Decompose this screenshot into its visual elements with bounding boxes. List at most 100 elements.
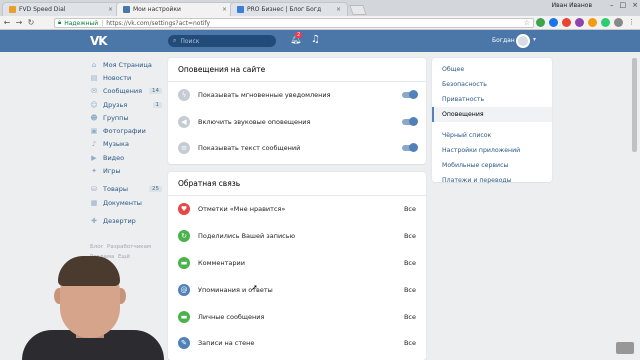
page-scrollbar[interactable] — [632, 58, 637, 152]
vk-logo-icon[interactable]: VK — [90, 34, 108, 48]
feedback-label: Отметки «Мне нравится» — [198, 205, 286, 214]
sidebar-item-friends[interactable]: ☺ Друзья 1 — [90, 98, 162, 111]
settings-nav-app-settings[interactable]: Настройки приложений — [432, 143, 552, 158]
mouse-cursor-icon: ➚ — [251, 283, 258, 292]
close-window-icon[interactable]: × — [632, 1, 638, 9]
extension-icon[interactable] — [614, 18, 623, 27]
maximize-icon[interactable]: □ — [620, 1, 627, 9]
extension-icon[interactable] — [601, 18, 610, 27]
sidebar-item-label: Моя Страница — [103, 60, 152, 69]
settings-nav-general[interactable]: Общее — [432, 62, 552, 77]
chevron-down-icon[interactable]: ▾ — [533, 36, 536, 43]
panel-title: Обратная связь — [168, 172, 426, 196]
feedback-label: Личные сообщения — [198, 312, 265, 321]
left-menu: ⌂ Моя Страница ▤ Новости ✉ Сообщения 14 ☺ Дру… — [90, 58, 162, 262]
settings-nav-mobile[interactable]: Мобильные сервисы — [432, 158, 552, 173]
wall-icon: ✎ — [178, 337, 190, 350]
extension-icon[interactable] — [588, 18, 597, 27]
back-icon[interactable]: ← — [2, 18, 12, 27]
sidebar-item-my-page[interactable]: ⌂ Моя Страница — [90, 58, 162, 71]
music-icon: ♪ — [91, 140, 97, 149]
user-name[interactable]: Богдан — [492, 37, 515, 44]
sidebar-item-app[interactable]: ✚ Дезертир — [90, 214, 162, 227]
instant-toggle[interactable] — [402, 90, 418, 100]
extension-icon[interactable] — [549, 18, 558, 27]
url-input[interactable]: 🔒︎ Надежный | https://vk.com/settings?ac… — [54, 18, 534, 28]
video-icon: ▶ — [91, 153, 97, 162]
feedback-row-likes[interactable]: ♥ Отметки «Мне нравится» Все — [168, 196, 426, 223]
sidebar-item-documents[interactable]: ▦ Документы — [90, 196, 162, 209]
feedback-row-wall-posts[interactable]: ✎ Записи на стене Все — [168, 330, 426, 357]
sidebar-item-video[interactable]: ▶ Видео — [90, 151, 162, 164]
menu-dots-icon[interactable]: ⋮ — [627, 18, 636, 27]
feedback-row-comments[interactable]: ▬ Комментарии Все — [168, 250, 426, 277]
sidebar-item-games[interactable]: ✦ Игры — [90, 164, 162, 177]
tab-title: PRO Бизнес | Блог Богд — [247, 6, 322, 13]
reload-icon[interactable]: ↻ — [26, 18, 36, 27]
sidebar-item-label: Новости — [103, 73, 132, 82]
comment-icon: ▬ — [178, 256, 190, 269]
sidebar-item-news[interactable]: ▤ Новости — [90, 71, 162, 84]
presenter-webcam-overlay — [22, 240, 164, 360]
speed-dial-favicon-icon — [9, 6, 16, 13]
minimize-icon[interactable]: – — [610, 1, 614, 9]
notifications-badge: 2 — [295, 32, 303, 38]
messages-count-badge: 14 — [149, 88, 162, 95]
setting-row-instant[interactable]: ϟ Показывать мгновенные уведомления — [168, 82, 426, 109]
blog-favicon-icon — [237, 6, 244, 13]
bookmark-star-icon[interactable]: ☆ — [524, 19, 530, 27]
search-icon: ⌕ — [173, 37, 177, 44]
feedback-row-mentions[interactable]: @ Упоминания и ответы Все — [168, 276, 426, 303]
secure-label: Надежный — [64, 19, 99, 27]
sidebar-item-photos[interactable]: ▣ Фотографии — [90, 124, 162, 137]
feedback-value[interactable]: Все — [404, 339, 416, 347]
browser-tab-settings[interactable]: Мои настройки × — [116, 2, 234, 16]
close-tab-icon[interactable]: × — [222, 6, 227, 13]
feedback-value[interactable]: Все — [404, 205, 416, 213]
feedback-row-shares[interactable]: ↻ Поделились Вашей записью Все — [168, 223, 426, 250]
avatar[interactable] — [516, 34, 530, 48]
feedback-label: Комментарии — [198, 258, 245, 267]
sidebar-item-goods[interactable]: ⛁ Товары 25 — [90, 183, 162, 196]
settings-nav-notifications[interactable]: Оповещения — [432, 107, 552, 122]
sidebar-item-messages[interactable]: ✉ Сообщения 14 — [90, 85, 162, 98]
music-icon[interactable]: ♫ — [311, 34, 320, 45]
feedback-label: Упоминания и ответы — [198, 285, 273, 294]
close-tab-icon[interactable]: × — [336, 6, 341, 13]
settings-nav-security[interactable]: Безопасность — [432, 77, 552, 92]
extension-icon[interactable] — [562, 18, 571, 27]
feedback-value[interactable]: Все — [404, 286, 416, 294]
browser-tab-speed-dial[interactable]: FVD Speed Dial × — [2, 2, 120, 16]
settings-nav-privacy[interactable]: Приватность — [432, 92, 552, 107]
groups-icon: ☻ — [90, 113, 98, 122]
bolt-icon: ϟ — [178, 89, 190, 102]
settings-nav-blacklist[interactable]: Чёрный список — [432, 128, 552, 143]
extension-icon[interactable] — [536, 18, 545, 27]
sound-toggle[interactable] — [402, 116, 418, 126]
feedback-value[interactable]: Все — [404, 232, 416, 240]
feedback-value[interactable]: Все — [404, 259, 416, 267]
video-watermark-icon — [616, 342, 634, 354]
sidebar-item-label: Дезертир — [103, 216, 136, 225]
sidebar-item-label: Музыка — [103, 140, 129, 149]
sidebar-item-label: Игры — [103, 167, 121, 176]
new-tab-button[interactable] — [349, 5, 367, 15]
search-input[interactable]: ⌕ Поиск — [168, 35, 276, 47]
site-header: VK ⌕ Поиск 🔔︎ 2 ♫ Богдан ▾ — [0, 30, 640, 52]
settings-nav-payments[interactable]: Платежи и переводы — [432, 173, 552, 188]
extension-icon[interactable] — [575, 18, 584, 27]
sidebar-item-music[interactable]: ♪ Музыка — [90, 138, 162, 151]
feedback-row-private-messages[interactable]: ▬ Личные сообщения Все — [168, 303, 426, 330]
sidebar-item-groups[interactable]: ☻ Группы — [90, 111, 162, 124]
app-icon: ✚ — [91, 216, 97, 225]
feedback-value[interactable]: Все — [404, 313, 416, 321]
setting-row-message-text[interactable]: ≡ Показывать текст сообщений — [168, 135, 426, 162]
forward-icon[interactable]: → — [14, 18, 24, 27]
url-text: https://vk.com/settings?act=notify — [106, 19, 211, 27]
close-tab-icon[interactable]: × — [108, 6, 113, 13]
message-text-toggle[interactable] — [402, 143, 418, 153]
setting-row-sound[interactable]: ◀ Включить звуковые оповещения — [168, 109, 426, 136]
window-user-name[interactable]: Иван Иванов — [552, 2, 592, 9]
browser-tab-pro-business[interactable]: PRO Бизнес | Блог Богд × — [230, 2, 348, 16]
extensions-bar: ⋮ — [536, 18, 636, 27]
